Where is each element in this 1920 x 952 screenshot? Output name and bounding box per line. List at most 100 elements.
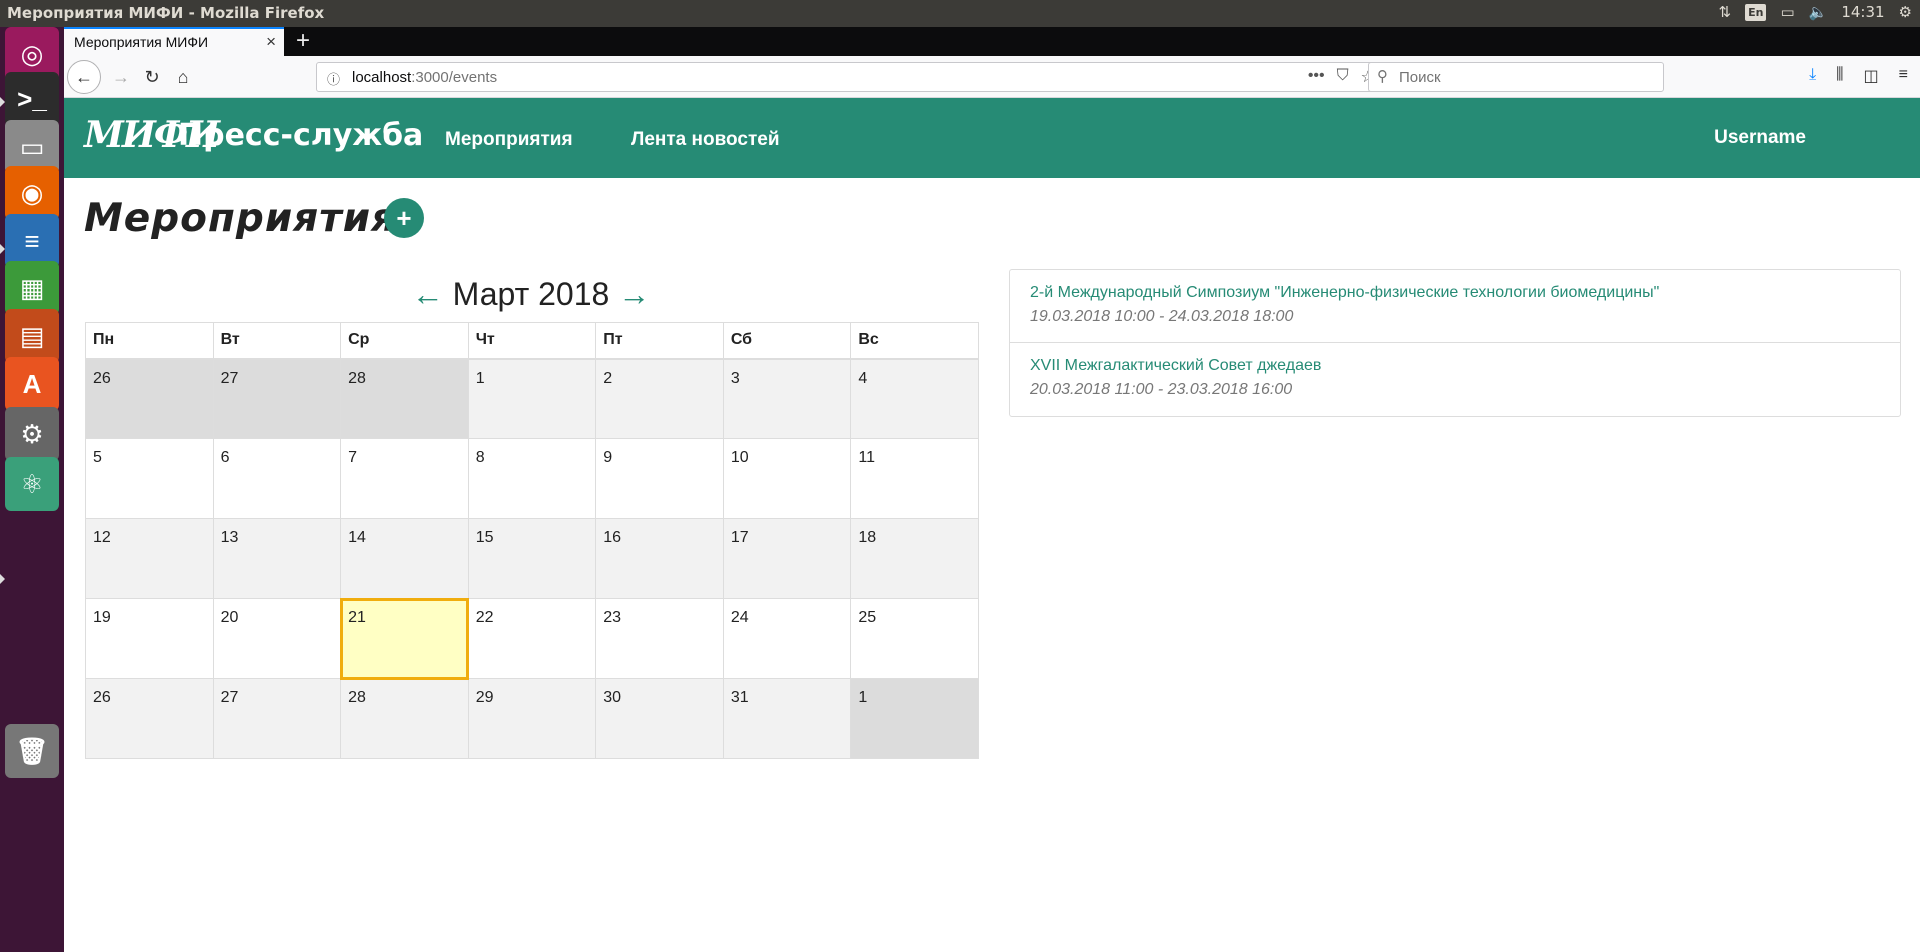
calendar-day-cell[interactable]: 3 (722, 358, 852, 439)
calendar-week-row: 5 6 7 8 9 10 11 (85, 438, 979, 519)
keyboard-layout-indicator[interactable]: En (1745, 3, 1767, 21)
search-input[interactable]: ⚲ Поиск (1368, 62, 1664, 92)
clock[interactable]: 14:31 (1841, 3, 1884, 21)
calendar-day-cell[interactable]: 27 (212, 678, 342, 759)
calendar-day-cell[interactable]: 30 (595, 678, 724, 759)
calendar-day-cell[interactable]: 24 (722, 598, 852, 679)
calendar-day-cell[interactable]: 19 (85, 598, 214, 679)
url-text[interactable]: localhost:3000/events (352, 69, 497, 86)
reload-icon[interactable]: ↻ (137, 62, 167, 92)
day-number: 27 (220, 689, 239, 706)
trash-icon[interactable]: 🗑 (5, 724, 59, 778)
calendar-day-cell[interactable]: 16 (595, 518, 724, 599)
calendar-day-cell[interactable]: 23 (595, 598, 724, 679)
address-bar[interactable]: ⓘ localhost:3000/events ••• ⛉ ☆ (316, 62, 1384, 92)
writer-icon[interactable]: ≡ (5, 214, 59, 268)
calendar-day-cell[interactable]: 31 (722, 678, 852, 759)
weekday-header: Ср (340, 322, 469, 360)
trash-icon-glyph: 🗑 (15, 735, 49, 766)
day-number: 22 (475, 609, 494, 626)
calendar-day-cell[interactable]: 26 (85, 358, 214, 439)
calendar-day-today[interactable]: 21 (339, 597, 470, 680)
calendar-week-row: 26 27 28 1 2 3 4 (85, 358, 979, 439)
calendar-day-cell[interactable]: 28 (340, 358, 469, 439)
library-icon[interactable]: ⫼ (1836, 66, 1843, 86)
back-arrow-icon[interactable]: ← (67, 60, 101, 94)
impress-icon-glyph: ▤ (19, 320, 45, 351)
calendar-day-cell[interactable]: 26 (85, 678, 214, 759)
calendar-week-row: 26 27 28 29 30 31 1 (85, 678, 979, 759)
browser-tab[interactable]: Мероприятия МИФИ × (64, 27, 284, 56)
calendar-day-cell[interactable]: 12 (85, 518, 214, 599)
calendar-day-cell[interactable]: 15 (467, 518, 597, 599)
downloads-icon[interactable]: ⤓ (1809, 66, 1816, 86)
atom-icon[interactable]: ⚛ (5, 457, 59, 511)
event-list-item: XVII Межгалактический Совет джедаев 20.03… (1010, 343, 1900, 416)
calc-icon[interactable]: ▦ (5, 261, 59, 315)
calendar-day-cell[interactable]: 9 (595, 438, 724, 519)
calendar-day-cell[interactable]: 8 (467, 438, 597, 519)
pocket-icon[interactable]: ⛉ (1337, 67, 1349, 87)
prev-month-arrow-icon[interactable]: ← (412, 276, 444, 312)
next-month-arrow-icon[interactable]: → (618, 276, 650, 312)
day-number: 17 (730, 529, 749, 546)
firefox-icon[interactable]: ◉ (5, 166, 59, 220)
new-tab-icon[interactable]: + (296, 27, 310, 55)
impress-icon[interactable]: ▤ (5, 309, 59, 363)
calendar-day-cell[interactable]: 14 (340, 518, 469, 599)
system-tray: ⇅ En ▭ 🔈 14:31 ⚙ (1719, 3, 1913, 21)
atom-running-pip (0, 574, 5, 584)
add-event-button[interactable]: + (384, 198, 424, 238)
site-info-icon[interactable]: ⓘ (327, 69, 340, 88)
calendar-day-cell[interactable]: 18 (850, 518, 979, 599)
calendar-day-cell[interactable]: 22 (467, 598, 597, 679)
calendar-day-cell[interactable]: 29 (467, 678, 597, 759)
network-arrows-icon[interactable]: ⇅ (1719, 3, 1732, 21)
sidebar-icon[interactable]: ◫ (1864, 66, 1879, 86)
calendar-day-cell[interactable]: 10 (722, 438, 852, 519)
calendar-day-cell[interactable]: 25 (850, 598, 979, 679)
event-name-link[interactable]: XVII Межгалактический Совет джедаев (1030, 357, 1880, 375)
weekday-header-row: Пн Вт Ср Чт Пт Сб Вс (85, 322, 979, 360)
home-icon[interactable]: ⌂ (168, 62, 198, 92)
close-tab-icon[interactable]: × (266, 32, 276, 52)
calendar-day-cell[interactable]: 5 (85, 438, 214, 519)
day-number: 30 (603, 689, 622, 706)
calendar-day-cell[interactable]: 6 (212, 438, 342, 519)
brand-title[interactable]: Пресс-служба (178, 118, 423, 153)
menu-hamburger-icon[interactable]: ≡ (1899, 66, 1908, 86)
calendar-day-cell[interactable]: 17 (722, 518, 852, 599)
page-title: Мероприятия (84, 196, 398, 241)
address-bar-actions: ••• ⛉ ☆ (1308, 67, 1375, 87)
calendar-day-cell[interactable]: 20 (212, 598, 342, 679)
terminal-icon[interactable]: >_ (5, 72, 59, 126)
software-center-icon-glyph: A (22, 368, 42, 399)
day-number: 25 (858, 609, 877, 626)
day-number: 3 (730, 369, 740, 387)
calendar-day-cell[interactable]: 11 (850, 438, 979, 519)
calendar-day-cell[interactable]: 4 (850, 358, 979, 439)
nav-events-link[interactable]: Мероприятия (445, 129, 573, 151)
software-center-icon[interactable]: A (5, 357, 59, 411)
user-menu[interactable]: Username (1714, 127, 1806, 149)
weekday-header: Пн (85, 322, 214, 360)
calendar-day-cell[interactable]: 2 (595, 358, 724, 439)
day-number: 1 (858, 689, 868, 706)
calendar-day-cell[interactable]: 7 (340, 438, 469, 519)
calendar-grid: Пн Вт Ср Чт Пт Сб Вс 26 27 28 1 2 3 4 5 6 7 8 9 10 11 12 13 14… (85, 322, 979, 759)
forward-arrow-icon[interactable]: → (106, 62, 136, 92)
volume-icon[interactable]: 🔈 (1809, 3, 1828, 21)
event-name-link[interactable]: 2-й Международный Симпозиум "Инженерно-ф… (1030, 284, 1880, 302)
calendar-day-cell[interactable]: 13 (212, 518, 342, 599)
weekday-header: Сб (722, 322, 852, 360)
calendar-day-cell[interactable]: 28 (340, 678, 469, 759)
calendar-day-cell[interactable]: 1 (467, 358, 597, 439)
nav-news-link[interactable]: Лента новостей (631, 129, 780, 151)
power-gear-icon[interactable]: ⚙ (1899, 3, 1912, 21)
page-actions-icon[interactable]: ••• (1308, 67, 1325, 87)
calendar-day-cell[interactable]: 1 (850, 678, 979, 759)
calendar-day-cell[interactable]: 27 (212, 358, 342, 439)
system-settings-icon[interactable]: ⚙ (5, 407, 59, 461)
day-number: 27 (220, 369, 239, 387)
battery-icon[interactable]: ▭ (1780, 3, 1794, 21)
